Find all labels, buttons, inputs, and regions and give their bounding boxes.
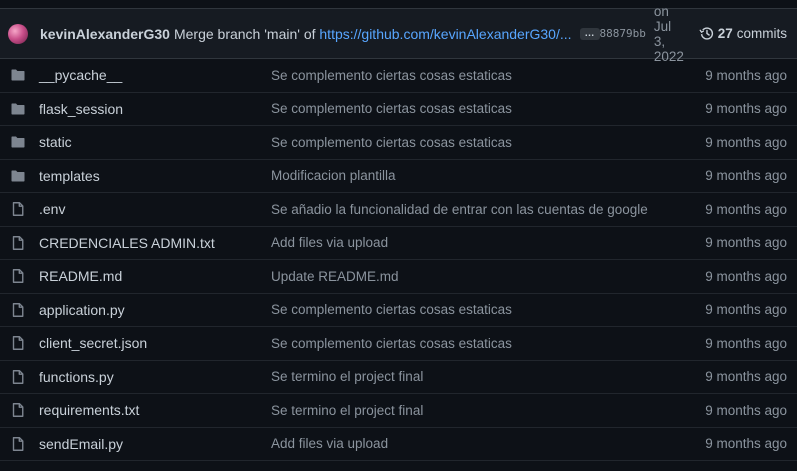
file-commit-message[interactable]: Se termino el project final — [271, 369, 705, 384]
file-commit-message[interactable]: Modificacion plantilla — [271, 168, 705, 183]
history-icon — [698, 27, 713, 40]
file-name[interactable]: __pycache__ — [39, 67, 271, 83]
file-age: 9 months ago — [705, 335, 787, 351]
file-age: 9 months ago — [705, 101, 787, 117]
file-icon — [10, 436, 26, 452]
file-icon — [10, 268, 26, 284]
file-row-application-py[interactable]: application.py Se complemento ciertas co… — [0, 294, 797, 327]
file-name[interactable]: flask_session — [39, 101, 271, 117]
folder-icon — [10, 134, 26, 150]
file-age: 9 months ago — [705, 235, 787, 251]
expand-commit-button[interactable]: … — [579, 27, 600, 40]
file-row-client-secret-json[interactable]: client_secret.json Se complemento cierta… — [0, 327, 797, 361]
folder-icon — [10, 168, 26, 184]
file-list: __pycache__ Se complemento ciertas cosas… — [0, 59, 797, 461]
file-name[interactable]: .env — [39, 201, 271, 217]
file-age: 9 months ago — [705, 302, 787, 318]
commits-label[interactable]: commits — [737, 26, 787, 41]
commit-author[interactable]: kevinAlexanderG30 — [40, 26, 170, 42]
file-name[interactable]: CREDENCIALES ADMIN.txt — [39, 235, 271, 251]
commit-message-link[interactable]: https://github.com/kevinAlexanderG30/... — [316, 26, 571, 42]
avatar[interactable] — [8, 23, 28, 44]
file-age: 9 months ago — [705, 67, 787, 83]
commit-date: on Jul 3, 2022 — [653, 3, 684, 64]
file-row-readme-md[interactable]: README.md Update README.md 9 months ago — [0, 260, 797, 294]
commit-message[interactable]: Merge branch 'main' of — [174, 26, 316, 42]
file-row-sendemail-py[interactable]: sendEmail.py Add files via upload 9 mont… — [0, 428, 797, 461]
file-commit-message[interactable]: Update README.md — [271, 269, 705, 284]
file-icon — [10, 402, 26, 418]
folder-icon — [10, 101, 26, 117]
commits-link[interactable]: 27 commits — [698, 26, 787, 41]
file-commit-message[interactable]: Se complemento ciertas cosas estaticas — [271, 302, 705, 317]
file-row-env[interactable]: .env Se añadio la funcionalidad de entra… — [0, 193, 797, 227]
file-row-credenciales-admin-txt[interactable]: CREDENCIALES ADMIN.txt Add files via upl… — [0, 227, 797, 260]
file-icon — [10, 335, 26, 351]
file-age: 9 months ago — [705, 436, 787, 452]
file-age: 9 months ago — [705, 369, 787, 385]
file-age: 9 months ago — [705, 402, 787, 418]
file-row-functions-py[interactable]: functions.py Se termino el project final… — [0, 361, 797, 394]
file-commit-message[interactable]: Se complemento ciertas cosas estaticas — [271, 68, 705, 83]
file-age: 9 months ago — [705, 168, 787, 184]
file-name[interactable]: templates — [39, 168, 271, 184]
file-name[interactable]: application.py — [39, 302, 271, 318]
file-row-flask-session[interactable]: flask_session Se complemento ciertas cos… — [0, 93, 797, 126]
file-name[interactable]: README.md — [39, 268, 271, 284]
file-row-pycache[interactable]: __pycache__ Se complemento ciertas cosas… — [0, 59, 797, 93]
file-name[interactable]: functions.py — [39, 369, 271, 385]
commit-count[interactable]: 27 — [718, 26, 733, 41]
file-age: 9 months ago — [705, 268, 787, 284]
file-commit-message[interactable]: Se termino el project final — [271, 403, 705, 418]
file-commit-message[interactable]: Add files via upload — [271, 235, 705, 250]
latest-commit-bar: kevinAlexanderG30 Merge branch 'main' of… — [0, 4, 797, 64]
file-name[interactable]: requirements.txt — [39, 402, 271, 418]
folder-icon — [10, 67, 26, 83]
file-icon — [10, 369, 26, 385]
file-icon — [10, 235, 26, 251]
commit-link-text[interactable]: https://github.com/kevinAlexanderG30/... — [319, 26, 571, 42]
file-row-requirements-txt[interactable]: requirements.txt Se termino el project f… — [0, 394, 797, 428]
file-name[interactable]: sendEmail.py — [39, 436, 271, 452]
file-commit-message[interactable]: Se complemento ciertas cosas estaticas — [271, 135, 705, 150]
file-icon — [10, 302, 26, 318]
file-commit-message[interactable]: Add files via upload — [271, 436, 705, 451]
file-commit-message[interactable]: Se añadio la funcionalidad de entrar con… — [271, 202, 705, 217]
file-name[interactable]: static — [39, 134, 271, 150]
file-row-templates[interactable]: templates Modificacion plantilla 9 month… — [0, 160, 797, 193]
file-commit-message[interactable]: Se complemento ciertas cosas estaticas — [271, 101, 705, 116]
file-age: 9 months ago — [705, 201, 787, 217]
file-name[interactable]: client_secret.json — [39, 335, 271, 351]
commit-sha[interactable]: 88879bb — [600, 27, 646, 40]
file-browser: kevinAlexanderG30 Merge branch 'main' of… — [0, 4, 797, 471]
file-commit-message[interactable]: Se complemento ciertas cosas estaticas — [271, 336, 705, 351]
file-icon — [10, 201, 26, 217]
file-row-static[interactable]: static Se complemento ciertas cosas esta… — [0, 126, 797, 160]
file-age: 9 months ago — [705, 134, 787, 150]
